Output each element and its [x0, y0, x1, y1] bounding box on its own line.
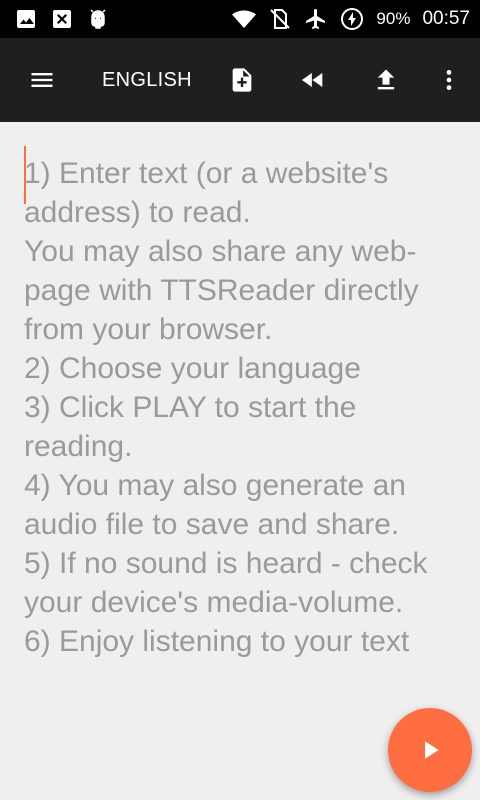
- add-file-icon: [232, 68, 252, 92]
- upload-button[interactable]: [368, 38, 404, 122]
- play-icon: [425, 741, 439, 759]
- image-icon: [14, 7, 38, 31]
- battery-saver-icon: [340, 7, 364, 31]
- rewind-button[interactable]: [295, 38, 331, 122]
- new-file-button[interactable]: [224, 38, 260, 122]
- status-time: 00:57: [422, 8, 470, 29]
- play-button[interactable]: [388, 708, 472, 792]
- language-selector[interactable]: ENGLISH: [102, 38, 192, 122]
- more-options-button[interactable]: [436, 38, 462, 122]
- menu-icon: [31, 73, 53, 87]
- rewind-icon: [301, 73, 323, 87]
- battery-percentage: 90%: [376, 9, 411, 28]
- status-bar: 90% 00:57: [0, 0, 480, 38]
- no-sim-icon: [268, 7, 292, 31]
- app-toolbar: ENGLISH: [0, 38, 480, 122]
- menu-button[interactable]: [20, 38, 64, 122]
- more-vert-icon: [446, 70, 452, 90]
- close-box-icon: [50, 7, 74, 31]
- editor-area: 1) Enter text (or a website's address) t…: [0, 122, 480, 800]
- airplane-icon: [304, 7, 328, 31]
- text-cursor: [24, 146, 26, 204]
- text-input[interactable]: 1) Enter text (or a website's address) t…: [24, 154, 464, 674]
- upload-icon: [377, 69, 395, 90]
- android-debug-icon: [86, 7, 110, 31]
- wifi-icon: [232, 7, 257, 31]
